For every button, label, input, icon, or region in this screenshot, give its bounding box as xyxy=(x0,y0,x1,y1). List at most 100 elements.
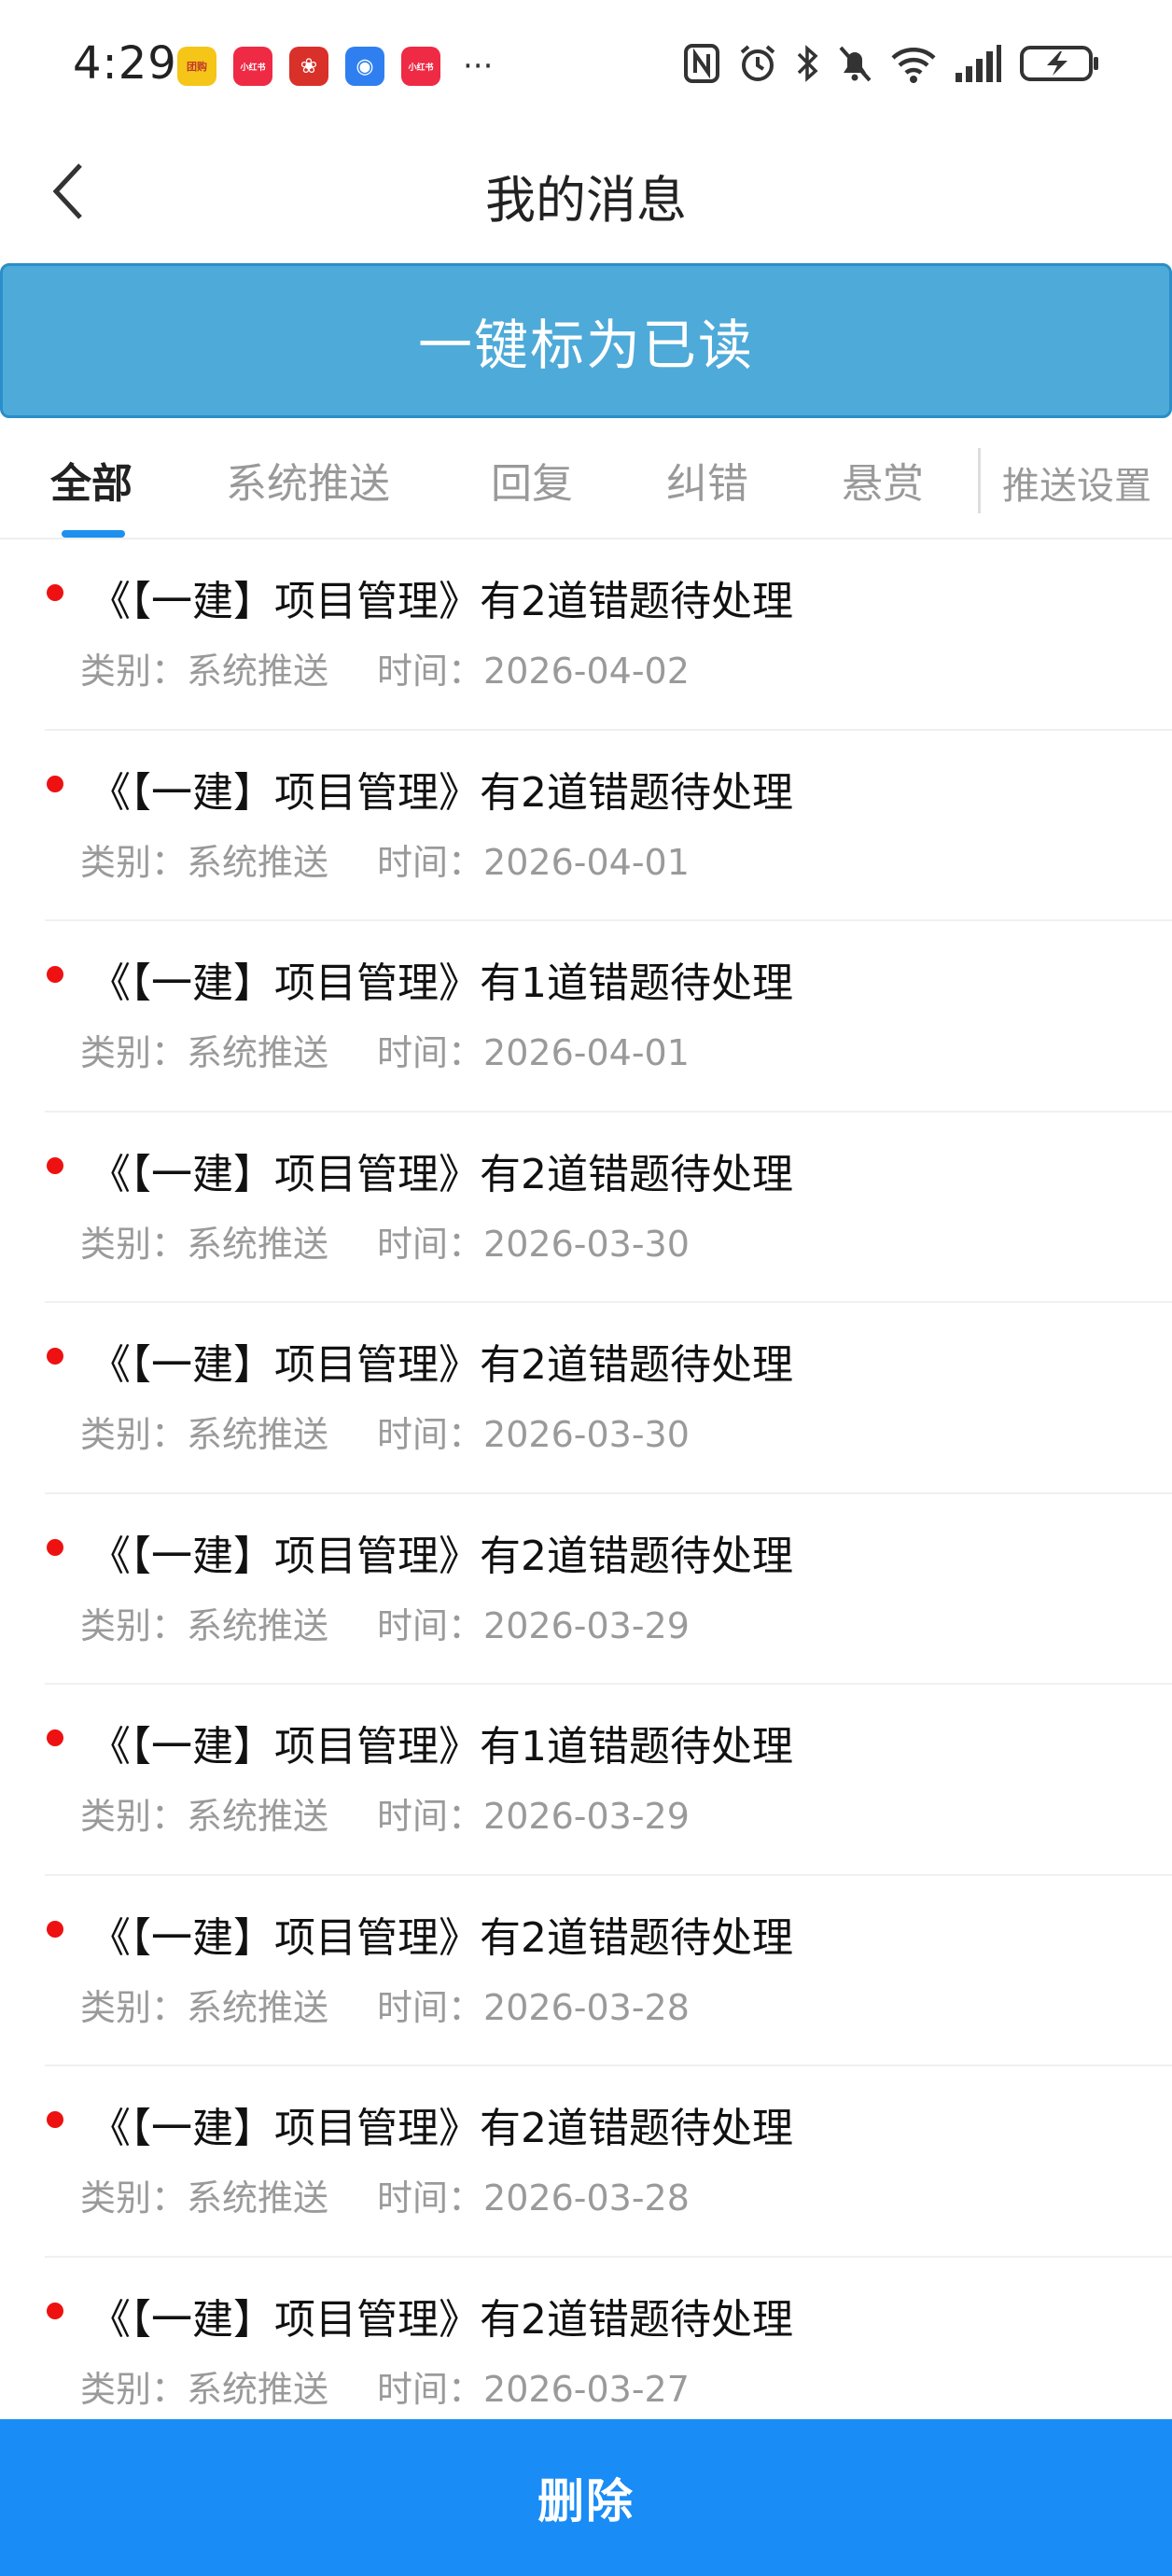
meta-category: 系统推送 xyxy=(187,1223,329,1265)
message-meta: 类别：系统推送 时间：2026-03-30 xyxy=(80,1215,690,1267)
list-item[interactable]: 《【一建】项目管理》有2道错题待处理 类别：系统推送 时间：2026-03-30 xyxy=(45,1303,1172,1494)
meta-category-label: 类别： xyxy=(80,2177,188,2219)
message-tabs: 全部 系统推送 回复 纠错 悬赏 推送设置 xyxy=(0,420,1172,539)
meta-category: 系统推送 xyxy=(187,651,329,692)
message-meta: 类别：系统推送 时间：2026-03-28 xyxy=(80,1979,690,2030)
meta-time: 2026-03-30 xyxy=(483,1414,690,1455)
message-title: 《【一建】项目管理》有2道错题待处理 xyxy=(90,1532,793,1580)
unread-dot-icon xyxy=(47,966,63,983)
message-meta: 类别：系统推送 时间：2026-04-01 xyxy=(80,833,690,885)
meta-category-label: 类别： xyxy=(80,1032,188,1073)
meta-category-label: 类别： xyxy=(80,651,188,692)
meta-time: 2026-03-29 xyxy=(483,1604,690,1646)
list-item[interactable]: 《【一建】项目管理》有2道错题待处理 类别：系统推送 时间：2026-04-01 xyxy=(45,731,1172,921)
list-item[interactable]: 《【一建】项目管理》有2道错题待处理 类别：系统推送 时间：2026-03-28 xyxy=(45,2066,1172,2258)
meta-category: 系统推送 xyxy=(187,2368,329,2410)
wifi-icon xyxy=(891,48,936,83)
meta-category: 系统推送 xyxy=(187,1604,329,1646)
meta-time: 2026-04-01 xyxy=(483,1032,690,1073)
tuanhao-app-icon: 团购 xyxy=(177,47,216,86)
meta-category: 系统推送 xyxy=(187,2177,329,2219)
tab-bounty[interactable]: 悬赏 xyxy=(842,450,924,510)
meta-category: 系统推送 xyxy=(187,1414,329,1455)
battery-charging-icon xyxy=(1020,46,1098,81)
list-item[interactable]: 《【一建】项目管理》有2道错题待处理 类别：系统推送 时间：2026-03-29 xyxy=(45,1494,1172,1685)
meta-category: 系统推送 xyxy=(187,1986,329,2028)
meta-time: 2026-03-28 xyxy=(483,2177,690,2219)
message-meta: 类别：系统推送 时间：2026-03-29 xyxy=(80,1597,690,1648)
list-item[interactable]: 《【一建】项目管理》有2道错题待处理 类别：系统推送 时间：2026-03-30 xyxy=(45,1113,1172,1303)
message-meta: 类别：系统推送 时间：2026-03-28 xyxy=(80,2169,690,2220)
unread-dot-icon xyxy=(47,1538,63,1556)
huawei-app-icon: ❀ xyxy=(289,47,328,86)
list-item[interactable]: 《【一建】项目管理》有1道错题待处理 类别：系统推送 时间：2026-04-01 xyxy=(45,921,1172,1113)
meta-category: 系统推送 xyxy=(187,1032,329,1073)
alarm-icon xyxy=(740,45,775,81)
mark-all-read-button[interactable]: 一键标为已读 xyxy=(0,263,1172,418)
meta-time-label: 时间： xyxy=(377,2368,484,2410)
list-item[interactable]: 《【一建】项目管理》有2道错题待处理 类别：系统推送 时间：2026-03-28 xyxy=(45,1876,1172,2066)
message-title: 《【一建】项目管理》有1道错题待处理 xyxy=(90,959,793,1007)
tab-correction[interactable]: 纠错 xyxy=(666,450,748,510)
delete-button[interactable]: 删除 xyxy=(0,2419,1172,2576)
bluetooth-icon xyxy=(797,45,818,82)
tab-system-push[interactable]: 系统推送 xyxy=(226,450,390,510)
message-meta: 类别：系统推送 时间：2026-04-02 xyxy=(80,642,690,693)
mute-bell-icon xyxy=(839,46,872,82)
signal-icon xyxy=(956,45,1001,82)
list-item[interactable]: 《【一建】项目管理》有1道错题待处理 类别：系统推送 时间：2026-03-29 xyxy=(45,1685,1172,1876)
xiaohongshu-app-icon-2: 小红书 xyxy=(401,47,440,86)
meta-time: 2026-04-01 xyxy=(483,841,690,883)
tab-reply[interactable]: 回复 xyxy=(491,450,573,510)
meta-category-label: 类别： xyxy=(80,841,188,883)
meta-time-label: 时间： xyxy=(377,1604,484,1646)
push-settings-link[interactable]: 推送设置 xyxy=(1002,455,1151,510)
system-status-icons xyxy=(683,43,1101,84)
meta-time: 2026-04-02 xyxy=(483,651,690,692)
status-bar: 4:29 团购 小红书 ❀ ◉ 小红书 ··· xyxy=(0,0,1172,131)
message-meta: 类别：系统推送 时间：2026-03-29 xyxy=(80,1787,690,1839)
meta-time: 2026-03-28 xyxy=(483,1986,690,2028)
unread-dot-icon xyxy=(47,1729,63,1746)
message-list: 《【一建】项目管理》有2道错题待处理 类别：系统推送 时间：2026-04-02 … xyxy=(0,539,1172,2448)
meta-category-label: 类别： xyxy=(80,1604,188,1646)
notification-app-icons: 团购 小红书 ❀ ◉ 小红书 ··· xyxy=(177,47,493,86)
meta-time: 2026-03-27 xyxy=(483,2368,690,2410)
page-header: 我的消息 xyxy=(0,131,1172,252)
unread-dot-icon xyxy=(47,2302,63,2319)
meta-time-label: 时间： xyxy=(377,1223,484,1265)
unread-dot-icon xyxy=(47,1348,63,1365)
xiaohongshu-app-icon: 小红书 xyxy=(233,47,272,86)
meta-time-label: 时间： xyxy=(377,1032,484,1073)
unread-dot-icon xyxy=(47,1156,63,1174)
meta-category-label: 类别： xyxy=(80,1986,188,2028)
meta-category: 系统推送 xyxy=(187,1796,329,1837)
tab-divider xyxy=(978,448,981,513)
message-title: 《【一建】项目管理》有2道错题待处理 xyxy=(90,768,793,817)
meta-time-label: 时间： xyxy=(377,1414,484,1455)
meta-time: 2026-03-30 xyxy=(483,1223,690,1265)
list-item[interactable]: 《【一建】项目管理》有2道错题待处理 类别：系统推送 时间：2026-04-02 xyxy=(45,539,1172,731)
message-meta: 类别：系统推送 时间：2026-03-27 xyxy=(80,2360,690,2412)
message-title: 《【一建】项目管理》有2道错题待处理 xyxy=(90,578,793,625)
status-time: 4:29 xyxy=(73,37,177,90)
blue-app-icon: ◉ xyxy=(345,47,384,86)
meta-category: 系统推送 xyxy=(187,841,329,883)
meta-time: 2026-03-29 xyxy=(483,1796,690,1837)
unread-dot-icon xyxy=(47,584,63,601)
tab-all[interactable]: 全部 xyxy=(50,450,133,510)
meta-time-label: 时间： xyxy=(377,651,484,692)
message-title: 《【一建】项目管理》有2道错题待处理 xyxy=(90,2105,793,2152)
unread-dot-icon xyxy=(47,1920,63,1938)
more-notifications-icon: ··· xyxy=(463,48,494,85)
active-tab-indicator xyxy=(62,530,125,538)
message-title: 《【一建】项目管理》有2道错题待处理 xyxy=(90,1913,793,1962)
message-title: 《【一建】项目管理》有2道错题待处理 xyxy=(90,1150,793,1198)
meta-category-label: 类别： xyxy=(80,1223,188,1265)
message-title: 《【一建】项目管理》有2道错题待处理 xyxy=(90,2295,793,2344)
message-title: 《【一建】项目管理》有2道错题待处理 xyxy=(90,1341,793,1389)
meta-time-label: 时间： xyxy=(377,1986,484,2028)
unread-dot-icon xyxy=(47,2111,63,2128)
message-meta: 类别：系统推送 时间：2026-04-01 xyxy=(80,1024,690,1075)
message-title: 《【一建】项目管理》有1道错题待处理 xyxy=(90,1723,793,1771)
